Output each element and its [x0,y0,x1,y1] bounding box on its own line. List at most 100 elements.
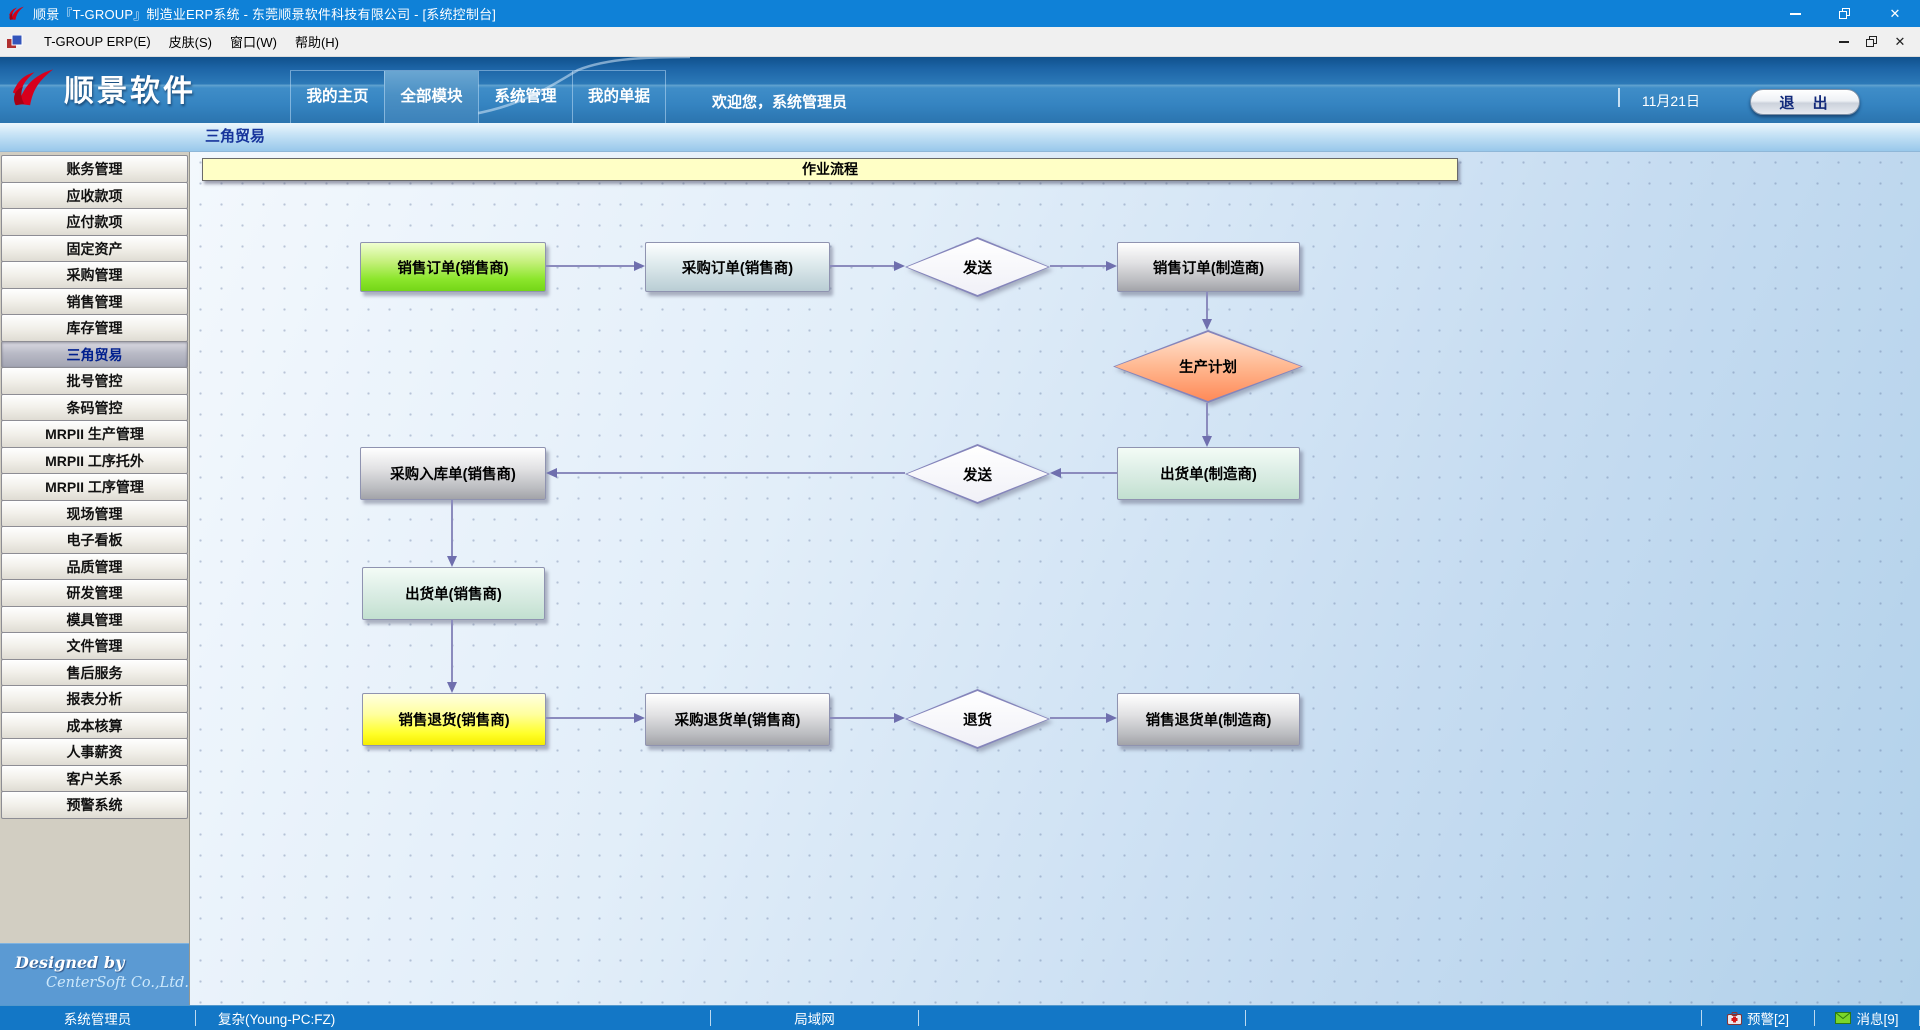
arrow-down-icon [1202,436,1212,447]
designed-by-text: Designed by [15,953,189,972]
arrow-right-icon [634,713,645,723]
flow-connector [830,265,894,267]
arrow-left-icon [1050,468,1061,478]
sidebar-item-alert-system[interactable]: 预警系统 [1,791,188,819]
tab-all-modules[interactable]: 全部模块 [384,71,478,123]
menu-help[interactable]: 帮助(H) [286,32,348,51]
page-title: 三角贸易 [205,128,265,145]
flow-node-production-plan[interactable]: 生产计划 [1113,330,1303,403]
flow-node-sales-return-maker[interactable]: 销售退货单(制造商) [1117,693,1300,746]
node-label: 销售订单(销售商) [397,257,508,278]
exit-button[interactable]: 退 出 [1750,89,1860,115]
mdi-window-controls: ✕ [1836,34,1920,50]
status-alerts[interactable]: 预警[2] [1702,1008,1814,1028]
flow-node-return[interactable]: 退货 [905,689,1050,749]
sidebar-item-reports[interactable]: 报表分析 [1,685,188,713]
flow-connector [557,472,905,474]
node-label: 采购入库单(销售商) [390,463,516,484]
menu-tgroup-erp[interactable]: T-GROUP ERP(E) [35,34,160,49]
flow-node-send-1[interactable]: 发送 [905,237,1050,297]
status-messages[interactable]: 消息[9] [1815,1008,1919,1028]
flow-connector [546,265,634,267]
window-minimize-button[interactable] [1770,0,1820,27]
brand-logo-text: 顺景软件 [64,66,196,110]
flow-node-shipment-maker[interactable]: 出货单(制造商) [1117,447,1300,500]
status-user: 系统管理员 [0,1008,195,1028]
brand-logo-icon [10,65,56,111]
flow-node-purchase-return-seller[interactable]: 采购退货单(销售商) [645,693,830,746]
node-label: 发送 [905,444,1050,504]
node-label: 销售订单(制造商) [1153,257,1264,278]
envelope-icon [1835,1012,1851,1024]
arrow-right-icon [1106,261,1117,271]
alerts-label: 预警[2] [1747,1008,1789,1028]
sidebar-item-mrp2-outsourcing[interactable]: MRPII 工序托外 [1,447,188,475]
flow-node-shipment-seller[interactable]: 出货单(销售商) [362,567,545,620]
menu-window[interactable]: 窗口(W) [221,32,286,51]
date-label: 11月21日 [1642,91,1700,111]
window-restore-button[interactable] [1820,0,1870,27]
flow-node-purchase-receipt-seller[interactable]: 采购入库单(销售商) [360,447,546,500]
sidebar-item-mrp2-process[interactable]: MRPII 工序管理 [1,473,188,501]
flow-connector [830,717,894,719]
status-separator [1245,1010,1246,1026]
sidebar-item-batch-control[interactable]: 批号管控 [1,367,188,395]
sidebar-item-barcode-control[interactable]: 条码管控 [1,394,188,422]
arrow-right-icon [894,713,905,723]
tab-my-documents[interactable]: 我的单据 [572,71,666,123]
sidebar-item-mold[interactable]: 模具管理 [1,606,188,634]
minimize-icon [1790,13,1801,15]
first-aid-icon [1727,1012,1742,1025]
status-workstation: 复杂(Young-PC:FZ) [196,1008,710,1028]
node-label: 销售退货(销售商) [398,709,509,730]
sidebar-item-document[interactable]: 文件管理 [1,632,188,660]
sidebar-item-payables[interactable]: 应付款项 [1,208,188,236]
mdi-close-button[interactable]: ✕ [1892,34,1908,50]
app-logo-icon [8,5,25,22]
sidebar-item-e-kanban[interactable]: 电子看板 [1,526,188,554]
sidebar-item-shopfloor[interactable]: 现场管理 [1,500,188,528]
node-label: 出货单(制造商) [1160,463,1257,484]
node-label: 生产计划 [1113,330,1303,403]
sidebar-credit-panel: Designed by CenterSoft Co.,Ltd. [0,943,189,1005]
messages-label: 消息[9] [1856,1008,1898,1028]
status-separator [918,1010,919,1026]
mdi-restore-button[interactable] [1864,34,1880,50]
arrow-down-icon [447,556,457,567]
sidebar-item-crm[interactable]: 客户关系 [1,765,188,793]
sidebar-item-inventory[interactable]: 库存管理 [1,314,188,342]
flow-node-sales-order-maker[interactable]: 销售订单(制造商) [1117,242,1300,292]
sidebar-item-fixed-assets[interactable]: 固定资产 [1,235,188,263]
sidebar-item-sales[interactable]: 销售管理 [1,288,188,316]
window-titlebar: 顺景『T-GROUP』制造业ERP系统 - 东莞顺景软件科技有限公司 - [系统… [0,0,1920,27]
sidebar-item-purchasing[interactable]: 采购管理 [1,261,188,289]
app-window: 顺景『T-GROUP』制造业ERP系统 - 东莞顺景软件科技有限公司 - [系统… [0,0,1920,1030]
node-label: 发送 [905,237,1050,297]
flow-node-send-2[interactable]: 发送 [905,444,1050,504]
mdi-minimize-button[interactable] [1836,34,1852,50]
sidebar-item-after-sales[interactable]: 售后服务 [1,659,188,687]
flow-node-sales-order-seller[interactable]: 销售订单(销售商) [360,242,546,292]
arrow-right-icon [894,261,905,271]
flow-node-sales-return-seller[interactable]: 销售退货(销售商) [362,693,546,746]
sidebar-item-rnd[interactable]: 研发管理 [1,579,188,607]
flow-connector [546,717,634,719]
mdi-child-icon [7,35,23,49]
sidebar-item-triangle-trade[interactable]: 三角贸易 [1,341,188,369]
sidebar-item-receivables[interactable]: 应收款项 [1,182,188,210]
sidebar-item-hr-payroll[interactable]: 人事薪资 [1,738,188,766]
sidebar-item-quality[interactable]: 品质管理 [1,553,188,581]
sidebar-item-costing[interactable]: 成本核算 [1,712,188,740]
arrow-right-icon [634,261,645,271]
window-close-button[interactable]: ✕ [1870,0,1920,27]
tab-my-homepage[interactable]: 我的主页 [290,71,384,123]
flowchart-canvas: 作业流程 销售订单(销售商) 采购订单(销售商) 发送 销售订单(制造商) 生产… [190,152,1920,1005]
flow-node-purchase-order-seller[interactable]: 采购订单(销售商) [645,242,830,292]
flow-connector [1206,403,1208,436]
tab-system-management[interactable]: 系统管理 [478,71,572,123]
menu-skin[interactable]: 皮肤(S) [160,32,221,51]
sidebar-item-accounting[interactable]: 账务管理 [1,155,188,183]
sidebar-item-mrp2-production[interactable]: MRPII 生产管理 [1,420,188,448]
window-title: 顺景『T-GROUP』制造业ERP系统 - 东莞顺景软件科技有限公司 - [系统… [33,4,496,23]
restore-icon [1866,36,1878,48]
